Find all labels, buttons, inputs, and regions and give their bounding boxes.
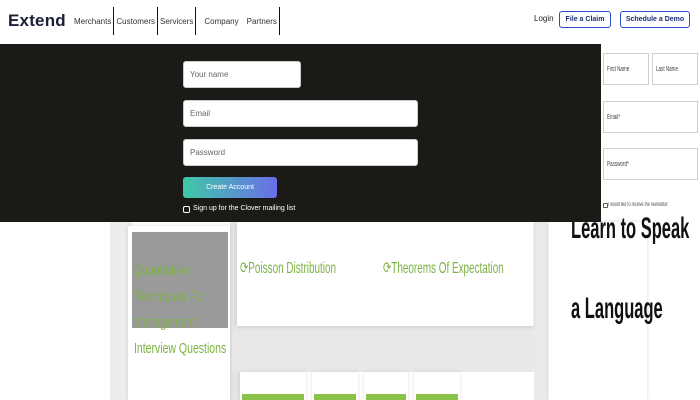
topic-link-poisson[interactable]: ⟳Poisson Distribution	[240, 258, 336, 278]
side-email-field[interactable]: Email*	[603, 101, 698, 133]
topic-link-label: Poisson Distribution	[248, 260, 336, 277]
email-input[interactable]: Email	[183, 100, 418, 127]
first-name-field[interactable]: First Name	[603, 53, 649, 85]
nav-link-merchants[interactable]: Merchants	[72, 7, 113, 35]
topic-link-expectation[interactable]: ⟳Theorems Of Expectation	[383, 258, 504, 278]
nav-link-servicers[interactable]: Servicers	[158, 7, 195, 35]
mailing-list-label: Sign up for the Clover mailing list	[193, 205, 296, 212]
login-link[interactable]: Login	[534, 14, 554, 23]
schedule-demo-button[interactable]: Schedule a Demo	[620, 11, 690, 28]
last-name-placeholder: Last Name	[656, 65, 679, 73]
background-gutter-right	[534, 222, 548, 400]
logo[interactable]: Extend	[8, 11, 66, 31]
newsletter-label: I would like to receive the newsletter	[608, 202, 668, 208]
related-card-bar	[242, 394, 304, 400]
related-card-bar	[314, 394, 356, 400]
ad-headline-line2: a Language	[571, 292, 663, 325]
nav-links: Merchants Customers Servicers Company Pa…	[72, 7, 280, 35]
side-password-field[interactable]: Password*	[603, 148, 698, 180]
nav-link-partners[interactable]: Partners	[245, 7, 279, 35]
page: Quantitative Techniques For Management I…	[0, 0, 700, 400]
related-card[interactable]	[312, 372, 358, 400]
first-name-placeholder: First Name	[607, 65, 630, 73]
related-card[interactable]	[240, 372, 306, 400]
background-section-divider	[232, 326, 538, 372]
mailing-list-checkbox[interactable]	[183, 206, 190, 213]
side-email-placeholder: Email*	[607, 113, 621, 121]
nav-link-customers[interactable]: Customers	[114, 7, 157, 35]
article-card-title[interactable]: Quantitative Techniques For Management I…	[134, 258, 228, 362]
password-input[interactable]: Password	[183, 139, 418, 166]
related-card-bar	[366, 394, 406, 400]
nav-divider	[278, 7, 280, 35]
create-account-button[interactable]: Create Account	[183, 177, 277, 198]
name-input[interactable]: Your name	[183, 61, 301, 88]
file-claim-button[interactable]: File a Claim	[559, 11, 611, 28]
related-card-bar	[416, 394, 458, 400]
topic-link-label: Theorems Of Expectation	[391, 260, 504, 277]
nav-link-company[interactable]: Company	[196, 7, 244, 35]
related-card[interactable]	[364, 372, 408, 400]
top-nav: Extend Merchants Customers Servicers Com…	[0, 0, 700, 44]
side-password-placeholder: Password*	[607, 160, 629, 168]
related-card[interactable]	[414, 372, 460, 400]
last-name-field[interactable]: Last Name	[652, 53, 698, 85]
